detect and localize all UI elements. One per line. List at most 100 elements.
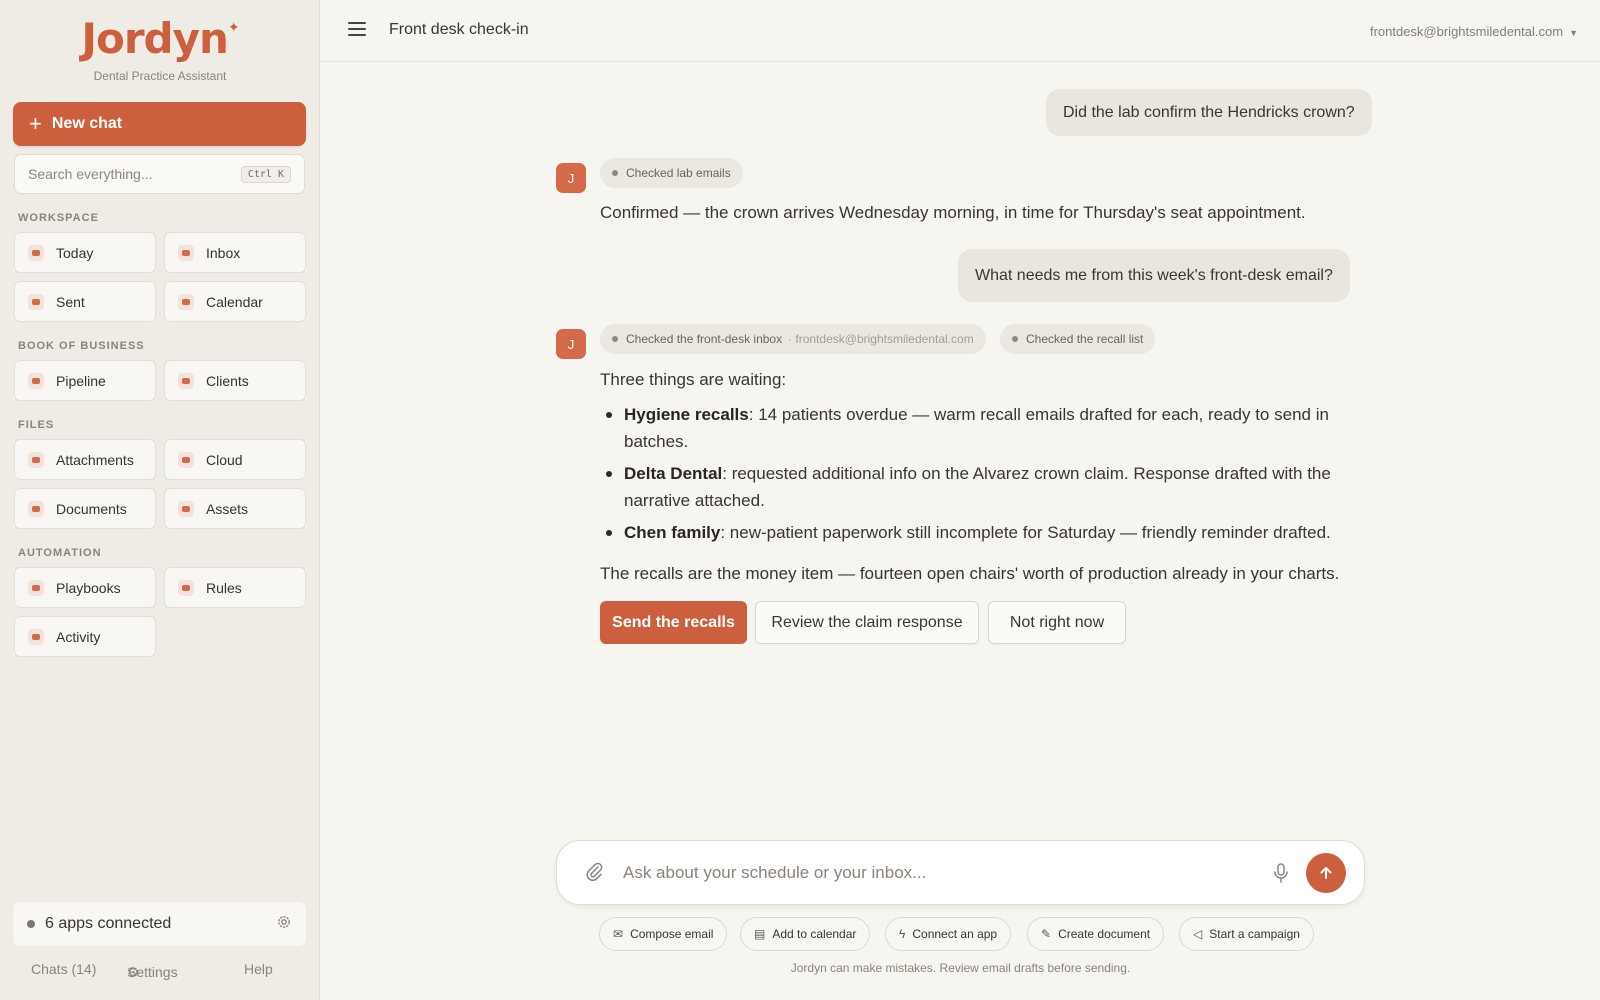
sidebar-item-clients[interactable]: Clients: [164, 360, 306, 401]
assistant-message: Confirmed — the crown arrives Wednesday …: [600, 203, 1306, 222]
sidebar-item-label: Pipeline: [56, 372, 106, 389]
menu-icon[interactable]: [348, 22, 366, 36]
playbook-icon: [28, 579, 44, 596]
clients-icon: [178, 372, 194, 389]
sidebar-item-label: Documents: [56, 500, 127, 517]
add-to-calendar-button[interactable]: ▤ Add to calendar: [740, 917, 871, 951]
apps-connected-status[interactable]: 6 apps connected: [13, 902, 306, 946]
sidebar-item-label: Assets: [206, 500, 249, 517]
sidebar-item-rules[interactable]: Rules: [164, 567, 306, 608]
pipeline-icon: [28, 372, 44, 389]
mail-icon: ✉: [613, 927, 624, 941]
sidebar-item-label: Calendar: [206, 293, 263, 310]
cloud-icon: [178, 451, 194, 468]
status-dot: [1012, 336, 1018, 342]
connect-app-button[interactable]: ϟ Connect an app: [885, 917, 1012, 951]
chevron-down-icon: ▼: [1569, 28, 1578, 38]
today-icon: [28, 244, 44, 261]
logo[interactable]: Jordyn✦: [0, 14, 320, 63]
gear-icon[interactable]: [276, 914, 292, 935]
new-chat-label: New chat: [51, 115, 123, 132]
sidebar-item-label: Rules: [206, 579, 242, 596]
apps-connected-label: 6 apps connected: [45, 915, 172, 932]
section-label-book-of-business: BOOK OF BUSINESS: [18, 340, 145, 352]
rules-icon: [178, 579, 194, 596]
status-dot: [27, 920, 35, 928]
sidebar-item-label: Inbox: [206, 244, 241, 261]
tool-status-chip: Checked the front-desk inbox · frontdesk…: [600, 324, 986, 354]
activity-icon: [28, 628, 44, 645]
user-message: What needs me from this week's front-des…: [958, 249, 1350, 302]
chat-input[interactable]: [623, 859, 1223, 887]
sidebar-item-label: Playbooks: [56, 579, 121, 596]
new-chat-button[interactable]: + New chat: [13, 102, 306, 146]
sidebar-item-label: Activity: [56, 628, 101, 645]
list-item: Delta Dental: requested additional info …: [600, 460, 1340, 514]
sidebar-item-label: Attachments: [56, 451, 134, 468]
search-placeholder: Search everything...: [28, 166, 153, 182]
disclaimer: Jordyn can make mistakes. Review email d…: [790, 961, 1131, 975]
not-right-now-button[interactable]: Not right now: [988, 601, 1126, 644]
compose-email-button[interactable]: ✉ Compose email: [599, 917, 728, 951]
megaphone-icon: ◁: [1193, 927, 1203, 941]
sidebar-item-attachments[interactable]: Attachments: [14, 439, 156, 480]
sidebar-item-cloud[interactable]: Cloud: [164, 439, 306, 480]
create-document-button[interactable]: ✎ Create document: [1027, 917, 1165, 951]
status-dot: [612, 170, 618, 176]
search-input[interactable]: Search everything... Ctrl K: [14, 154, 305, 194]
sidebar-item-documents[interactable]: Documents: [14, 488, 156, 529]
sidebar-item-pipeline[interactable]: Pipeline: [14, 360, 156, 401]
help-link[interactable]: Help: [244, 961, 273, 977]
start-campaign-button[interactable]: ◁ Start a campaign: [1179, 917, 1314, 951]
sidebar-item-label: Sent: [56, 293, 85, 310]
chip-label: Checked lab emails: [626, 166, 731, 180]
sidebar-item-calendar[interactable]: Calendar: [164, 281, 306, 322]
sent-icon: [28, 293, 44, 310]
document-icon: [28, 500, 44, 517]
assistant-summary: The recalls are the money item — fourtee…: [600, 564, 1340, 583]
plus-icon: +: [29, 111, 42, 136]
sidebar-item-sent[interactable]: Sent: [14, 281, 156, 322]
sidebar-item-inbox[interactable]: Inbox: [164, 232, 306, 273]
microphone-icon[interactable]: [1271, 862, 1291, 884]
logo-text: Jordyn: [81, 14, 229, 63]
user-message: Did the lab confirm the Hendricks crown?: [1046, 89, 1372, 136]
inbox-icon: [178, 244, 194, 261]
list-item: Hygiene recalls: 14 patients overdue — w…: [600, 401, 1340, 455]
send-recalls-button[interactable]: Send the recalls: [600, 601, 747, 644]
calendar-icon: ▤: [754, 927, 766, 941]
page-title: Front desk check-in: [389, 21, 529, 38]
section-label-workspace: WORKSPACE: [18, 212, 99, 224]
chats-link[interactable]: Chats (14): [31, 961, 96, 977]
calendar-icon: [178, 293, 194, 310]
quick-action-label: Start a campaign: [1209, 927, 1300, 941]
sidebar-item-today[interactable]: Today: [14, 232, 156, 273]
quick-action-label: Connect an app: [912, 927, 998, 941]
tool-status-chip: Checked lab emails: [600, 158, 743, 188]
quick-action-label: Compose email: [630, 927, 714, 941]
arrow-up-icon: [1320, 867, 1332, 879]
quick-action-label: Create document: [1058, 927, 1151, 941]
chip-label: Checked the front-desk inbox: [626, 332, 783, 346]
account-menu[interactable]: frontdesk@brightsmiledental.com ▼: [1370, 24, 1578, 39]
tool-status-chip: Checked the recall list: [1000, 324, 1156, 354]
paperclip-icon[interactable]: [585, 861, 603, 887]
quick-action-label: Add to calendar: [772, 927, 857, 941]
top-bar: Front desk check-in frontdesk@brightsmil…: [320, 0, 1600, 62]
logo-subtitle: Dental Practice Assistant: [93, 69, 227, 83]
bullet-title: Delta Dental: [624, 464, 723, 483]
account-email: frontdesk@brightsmiledental.com: [1369, 24, 1564, 39]
bullet-list: Hygiene recalls: 14 patients overdue — w…: [600, 401, 1340, 551]
sidebar-item-playbooks[interactable]: Playbooks: [14, 567, 156, 608]
bullet-text: : new-patient paperwork still incomplete…: [720, 523, 1331, 542]
sidebar-item-activity[interactable]: Activity: [14, 616, 156, 657]
review-claim-button[interactable]: Review the claim response: [755, 601, 979, 644]
lightning-icon: ϟ: [899, 927, 906, 941]
sidebar-footer: Chats (14) ⚙ Settings Help: [0, 958, 320, 982]
sparkle-icon: ✦: [227, 20, 240, 36]
sidebar-item-assets[interactable]: Assets: [164, 488, 306, 529]
bullet-text: : requested additional info on the Alvar…: [624, 464, 1331, 510]
sidebar: Jordyn✦ Dental Practice Assistant + New …: [0, 0, 320, 1000]
assistant-avatar: J: [556, 329, 586, 359]
send-button[interactable]: [1306, 853, 1346, 893]
